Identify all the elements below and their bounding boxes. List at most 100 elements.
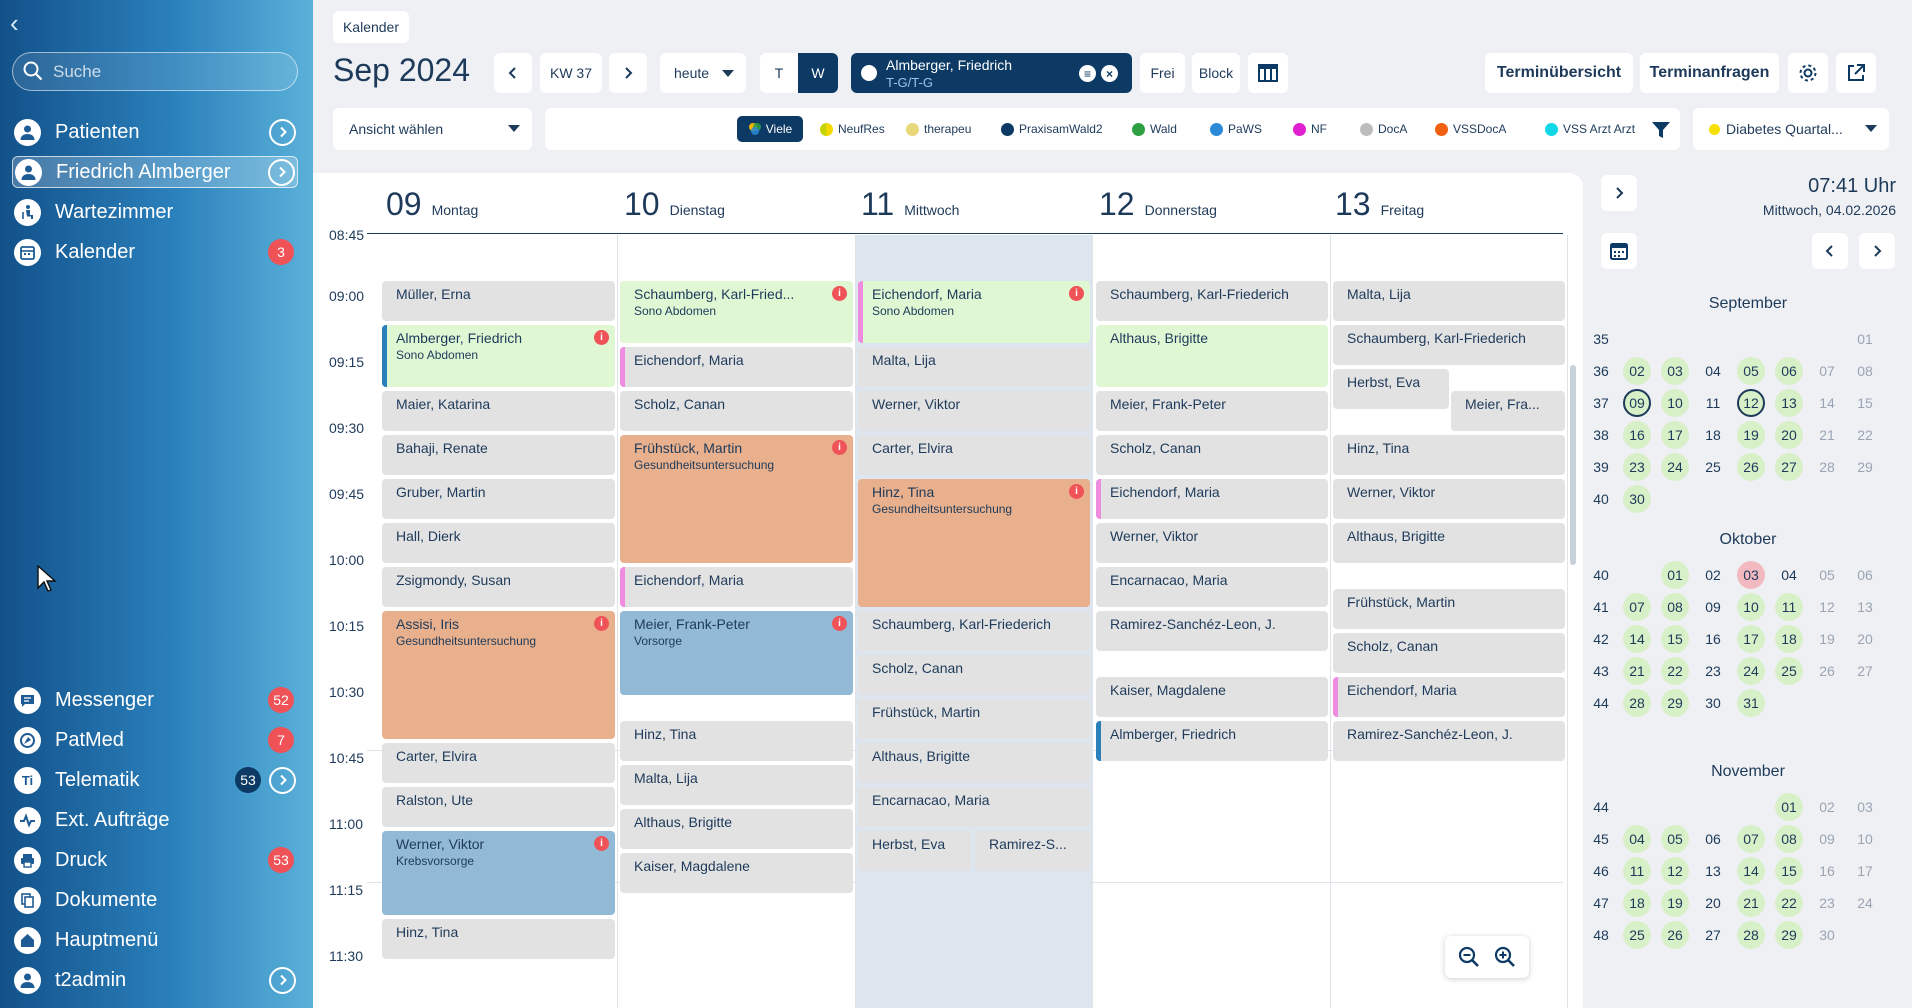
calendar-day[interactable]: 22 xyxy=(1775,889,1803,917)
calendar-day[interactable]: 04 xyxy=(1699,357,1727,385)
appointment[interactable]: Kaiser, Magdalene xyxy=(1096,677,1328,717)
sidebar-item-dokumente[interactable]: Dokumente xyxy=(12,884,298,916)
chevron-right-icon[interactable] xyxy=(268,158,295,186)
calendar-day[interactable]: 11 xyxy=(1775,593,1803,621)
filter-many-button[interactable]: Viele xyxy=(737,116,803,142)
calendar-day[interactable]: 14 xyxy=(1737,857,1765,885)
appointment[interactable]: Scholz, Canan xyxy=(620,391,853,431)
calendar-day[interactable]: 20 xyxy=(1851,625,1879,653)
appointment[interactable]: Hinz, Tina xyxy=(382,919,615,959)
expand-pane-button[interactable] xyxy=(1601,175,1637,211)
appointment[interactable]: Hinz, Tina xyxy=(620,721,853,761)
appointment[interactable]: Ralston, Ute xyxy=(382,787,615,827)
info-icon[interactable]: i xyxy=(594,330,609,345)
filter-item[interactable]: NeufRes xyxy=(820,122,885,136)
calendar-day[interactable]: 21 xyxy=(1737,889,1765,917)
appointment[interactable]: Maier, Katarina xyxy=(382,391,615,431)
calendar-day[interactable]: 28 xyxy=(1813,453,1841,481)
chevron-right-icon[interactable] xyxy=(269,766,296,794)
sidebar-item-telematik[interactable]: Ti Telematik 53 xyxy=(12,764,298,796)
info-icon[interactable]: i xyxy=(1069,286,1084,301)
calendar-day[interactable]: 20 xyxy=(1699,889,1727,917)
calendar-day[interactable]: 30 xyxy=(1699,689,1727,717)
calendar-day[interactable]: 01 xyxy=(1851,325,1879,353)
calendar-day[interactable]: 26 xyxy=(1813,657,1841,685)
day-header[interactable]: 12 Donnerstag xyxy=(1099,186,1217,223)
week-number[interactable]: 43 xyxy=(1587,657,1615,685)
appointment[interactable]: Ramirez-Sanchéz-Leon, J. xyxy=(1096,611,1328,651)
calendar-day[interactable]: 13 xyxy=(1851,593,1879,621)
info-icon[interactable]: i xyxy=(832,440,847,455)
day-header[interactable]: 10 Dienstag xyxy=(624,186,725,223)
calendar-day[interactable]: 01 xyxy=(1661,561,1689,589)
appointment[interactable]: Scholz, Canan xyxy=(1096,435,1328,475)
day-view-button[interactable]: T xyxy=(760,53,798,93)
appointment[interactable]: Ramirez-S... xyxy=(975,831,1090,871)
sidebar-item-wartezimmer[interactable]: Wartezimmer xyxy=(12,196,298,228)
free-button[interactable]: Frei xyxy=(1140,53,1185,93)
calendar-day[interactable]: 24 xyxy=(1851,889,1879,917)
filter-item[interactable]: PraxisamWald2 xyxy=(1001,122,1103,136)
appointment[interactable]: Ramirez-Sanchéz-Leon, J. xyxy=(1333,721,1565,761)
calendar-day[interactable]: 05 xyxy=(1737,357,1765,385)
calendar-day[interactable]: 14 xyxy=(1813,389,1841,417)
info-icon[interactable]: i xyxy=(594,616,609,631)
calendar-day[interactable]: 30 xyxy=(1813,921,1841,949)
view-select[interactable]: Ansicht wählen xyxy=(333,108,532,150)
today-dropdown[interactable]: heute xyxy=(660,53,746,93)
calendar-day[interactable]: 02 xyxy=(1813,793,1841,821)
filter-item[interactable]: NF xyxy=(1293,122,1327,136)
appointment[interactable]: Herbst, Eva xyxy=(1333,369,1449,409)
day-header[interactable]: 09 Montag xyxy=(386,186,478,223)
settings-button[interactable] xyxy=(1788,53,1828,93)
filter-item[interactable]: DocA xyxy=(1360,122,1407,136)
week-number[interactable]: 40 xyxy=(1587,485,1615,513)
calendar-day[interactable]: 08 xyxy=(1661,593,1689,621)
calendar-day[interactable]: 23 xyxy=(1623,453,1651,481)
calendar-day[interactable]: 06 xyxy=(1775,357,1803,385)
calendar-day[interactable]: 18 xyxy=(1699,421,1727,449)
calendar-day[interactable]: 09 xyxy=(1623,389,1651,417)
calendar-day[interactable]: 18 xyxy=(1775,625,1803,653)
info-icon[interactable]: i xyxy=(832,616,847,631)
appointment[interactable]: Malta, Lija xyxy=(858,347,1090,387)
appointment[interactable]: Althaus, Brigitte xyxy=(1096,325,1328,387)
appointment[interactable]: Eichendorf, Maria Sono Abdomen i xyxy=(858,281,1090,343)
calendar-day[interactable]: 16 xyxy=(1813,857,1841,885)
zoom-in-icon[interactable] xyxy=(1493,945,1517,969)
calendar-day[interactable]: 29 xyxy=(1851,453,1879,481)
calendar-day[interactable]: 19 xyxy=(1813,625,1841,653)
calendar-day[interactable]: 26 xyxy=(1661,921,1689,949)
filter-item[interactable]: VSSDocA xyxy=(1435,122,1506,136)
chevron-right-icon[interactable] xyxy=(269,118,296,146)
appointment[interactable]: Schaumberg, Karl-Friederich xyxy=(1333,325,1565,365)
appointment[interactable]: Kaiser, Magdalene xyxy=(620,853,853,893)
appointment[interactable]: Carter, Elvira xyxy=(858,435,1090,475)
prev-month-button[interactable] xyxy=(1812,233,1848,269)
sidebar-item-druck[interactable]: Druck 53 xyxy=(12,844,298,876)
day-header[interactable]: 13 Freitag xyxy=(1335,186,1424,223)
appointment[interactable]: Werner, Viktor xyxy=(858,391,1090,431)
week-number[interactable]: 41 xyxy=(1587,593,1615,621)
appointment[interactable]: Hinz, Tina Gesundheitsuntersuchung i xyxy=(858,479,1090,607)
appointment[interactable]: Malta, Lija xyxy=(1333,281,1565,321)
calendar-day[interactable]: 19 xyxy=(1661,889,1689,917)
appointment[interactable]: Eichendorf, Maria xyxy=(620,567,853,607)
filter-item[interactable]: therapeu xyxy=(906,122,971,136)
calendar-day[interactable]: 26 xyxy=(1737,453,1765,481)
calendar-day[interactable]: 16 xyxy=(1623,421,1651,449)
week-number[interactable]: 39 xyxy=(1587,453,1615,481)
week-number[interactable]: 35 xyxy=(1587,325,1615,353)
calendar-day[interactable]: 05 xyxy=(1661,825,1689,853)
calendar-day[interactable]: 14 xyxy=(1623,625,1651,653)
calendar-day[interactable]: 25 xyxy=(1775,657,1803,685)
search-input[interactable] xyxy=(53,61,283,83)
calendar-day[interactable]: 11 xyxy=(1623,857,1651,885)
scrollbar[interactable] xyxy=(1570,365,1576,565)
calendar-day[interactable]: 28 xyxy=(1623,689,1651,717)
calendar-day[interactable]: 22 xyxy=(1661,657,1689,685)
calendar-day[interactable]: 15 xyxy=(1775,857,1803,885)
calendar-day[interactable]: 20 xyxy=(1775,421,1803,449)
prev-week-button[interactable] xyxy=(494,53,532,93)
diabetes-select[interactable]: Diabetes Quartal... xyxy=(1693,108,1889,150)
